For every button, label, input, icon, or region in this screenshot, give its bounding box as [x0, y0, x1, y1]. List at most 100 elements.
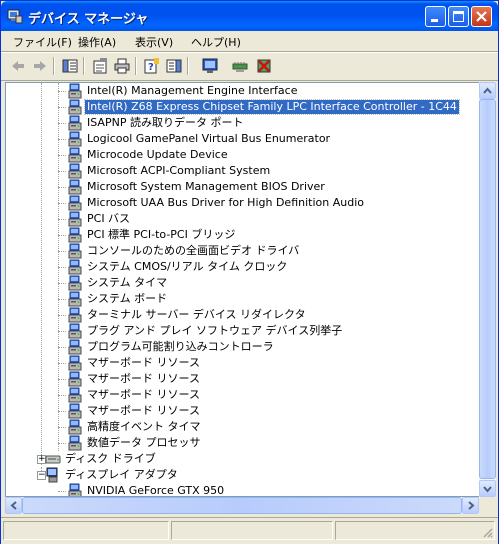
system-device-icon [68, 131, 82, 147]
scroll-up-button[interactable] [479, 82, 496, 99]
tree-item-label: システム ボード [87, 292, 168, 305]
device-icon [67, 419, 83, 435]
update-driver-icon [232, 62, 248, 72]
forward-button[interactable] [29, 56, 51, 76]
device-icon [67, 211, 83, 227]
chevron-right-icon [468, 501, 475, 510]
device-tree[interactable]: Intel(R) Management Engine Interface Inte… [5, 82, 480, 497]
tree-item-label: Microsoft System Management BIOS Driver [87, 180, 325, 193]
scroll-corner [479, 497, 496, 514]
status-pane [335, 521, 495, 540]
system-device-icon [68, 147, 82, 163]
tree-item-label: マザーボード リソース [87, 372, 200, 385]
tree-item[interactable]: NVIDIA GeForce GTX 950 [6, 483, 479, 496]
menu-help[interactable]: ヘルプ(H) [191, 34, 241, 50]
tree-item-label: ディスク ドライブ [65, 452, 156, 465]
show-hide-action-pane-button[interactable] [163, 56, 185, 76]
device-manager-icon [7, 9, 23, 24]
horizontal-scroll-thumb[interactable] [22, 497, 462, 514]
tree-item[interactable]: コンソールのための全画面ビデオ ドライバ [6, 243, 479, 259]
system-device-icon [68, 291, 82, 307]
uninstall-button[interactable] [253, 56, 275, 76]
close-button[interactable] [471, 6, 492, 27]
tree-guide-line [58, 91, 66, 92]
menu-action[interactable]: 操作(A) [78, 34, 116, 50]
tree-item[interactable]: マザーボード リソース [6, 403, 479, 419]
tree-item[interactable]: システム CMOS/リアル タイム クロック [6, 259, 479, 275]
tree-item[interactable]: PCI バス [6, 211, 479, 227]
tree-item-selected[interactable]: Intel(R) Z68 Express Chipset Family LPC … [6, 99, 479, 115]
scroll-right-button[interactable] [462, 497, 479, 514]
device-icon [67, 307, 83, 323]
properties-button[interactable] [89, 56, 111, 76]
tree-item[interactable]: システム タイマ [6, 275, 479, 291]
system-device-icon [68, 115, 82, 131]
tree-item[interactable]: プラグ アンド プレイ ソフトウェア デバイス列挙子 [6, 323, 479, 339]
device-icon [45, 451, 61, 467]
tree-item[interactable]: マザーボード リソース [6, 371, 479, 387]
update-driver-button[interactable] [229, 56, 251, 76]
tree-guide-line [58, 347, 66, 348]
resize-grip-icon[interactable] [481, 526, 493, 538]
device-icon [67, 179, 83, 195]
tree-guide-line [58, 379, 66, 380]
device-icon [67, 387, 83, 403]
tree-guide-line [58, 123, 66, 124]
chevron-down-icon [483, 486, 492, 493]
vertical-scrollbar[interactable] [479, 82, 496, 497]
show-hide-action-pane-icon [166, 59, 182, 73]
device-icon [67, 435, 83, 451]
toolbar-separator [135, 57, 137, 75]
tree-item[interactable]: PCI 標準 PCI-to-PCI ブリッジ [6, 227, 479, 243]
system-device-icon [68, 323, 82, 339]
tree-item[interactable]: プログラム可能割り込みコントローラ [6, 339, 479, 355]
tree-guide-line [58, 283, 66, 284]
scroll-down-button[interactable] [479, 480, 496, 497]
system-device-icon [68, 83, 82, 99]
print-button[interactable] [111, 56, 133, 76]
vertical-scroll-thumb[interactable] [479, 99, 496, 479]
toolbar: ? [1, 52, 498, 80]
tree-guide-line [58, 363, 66, 364]
system-device-icon [68, 163, 82, 179]
system-device-icon [68, 275, 82, 291]
maximize-button[interactable] [448, 6, 469, 27]
tree-guide-line [58, 427, 66, 428]
horizontal-scrollbar[interactable] [5, 497, 479, 514]
tree-guide-line [58, 203, 66, 204]
minimize-icon [431, 19, 438, 22]
title-bar[interactable]: デバイス マネージャ [1, 1, 498, 31]
system-device-icon [68, 211, 82, 227]
tree-item[interactable]: 数値データ プロセッサ [6, 435, 479, 451]
tree-item[interactable]: マザーボード リソース [6, 387, 479, 403]
tree-item-label: コンソールのための全画面ビデオ ドライバ [87, 244, 300, 257]
system-device-icon [68, 99, 82, 115]
tree-item[interactable]: Logicool GamePanel Virtual Bus Enumerato… [6, 131, 479, 147]
back-button[interactable] [7, 56, 29, 76]
tree-item[interactable]: + ディスク ドライブ [6, 451, 479, 467]
tree-item[interactable]: Microsoft UAA Bus Driver for High Defini… [6, 195, 479, 211]
tree-item[interactable]: 高精度イベント タイマ [6, 419, 479, 435]
tree-item[interactable]: Microsoft System Management BIOS Driver [6, 179, 479, 195]
tree-item-label: Microsoft UAA Bus Driver for High Defini… [87, 196, 364, 209]
tree-item[interactable]: Microsoft ACPI-Compliant System [6, 163, 479, 179]
tree-item[interactable]: ターミナル サーバー デバイス リダイレクタ [6, 307, 479, 323]
tree-item-label: Microsoft ACPI-Compliant System [87, 164, 271, 177]
minimize-button[interactable] [425, 6, 446, 27]
show-hide-console-tree-button[interactable] [59, 56, 81, 76]
tree-item[interactable]: システム ボード [6, 291, 479, 307]
tree-item[interactable]: ISAPNP 読み取りデータ ポート [6, 115, 479, 131]
scan-hardware-button[interactable] [199, 56, 221, 76]
tree-item[interactable]: Intel(R) Management Engine Interface [6, 83, 479, 99]
tree-item[interactable]: − ディスプレイ アダプタ [6, 467, 479, 483]
scroll-left-button[interactable] [5, 497, 22, 514]
help-button[interactable]: ? [141, 56, 163, 76]
tree-item[interactable]: マザーボード リソース [6, 355, 479, 371]
show-hide-console-tree-icon [62, 59, 78, 73]
tree-item[interactable]: Microcode Update Device [6, 147, 479, 163]
menu-file[interactable]: ファイル(F) [13, 34, 72, 50]
menu-view[interactable]: 表示(V) [135, 34, 173, 50]
tree-guide-line [58, 411, 66, 412]
system-device-icon [68, 339, 82, 355]
window-title: デバイス マネージャ [28, 12, 149, 27]
